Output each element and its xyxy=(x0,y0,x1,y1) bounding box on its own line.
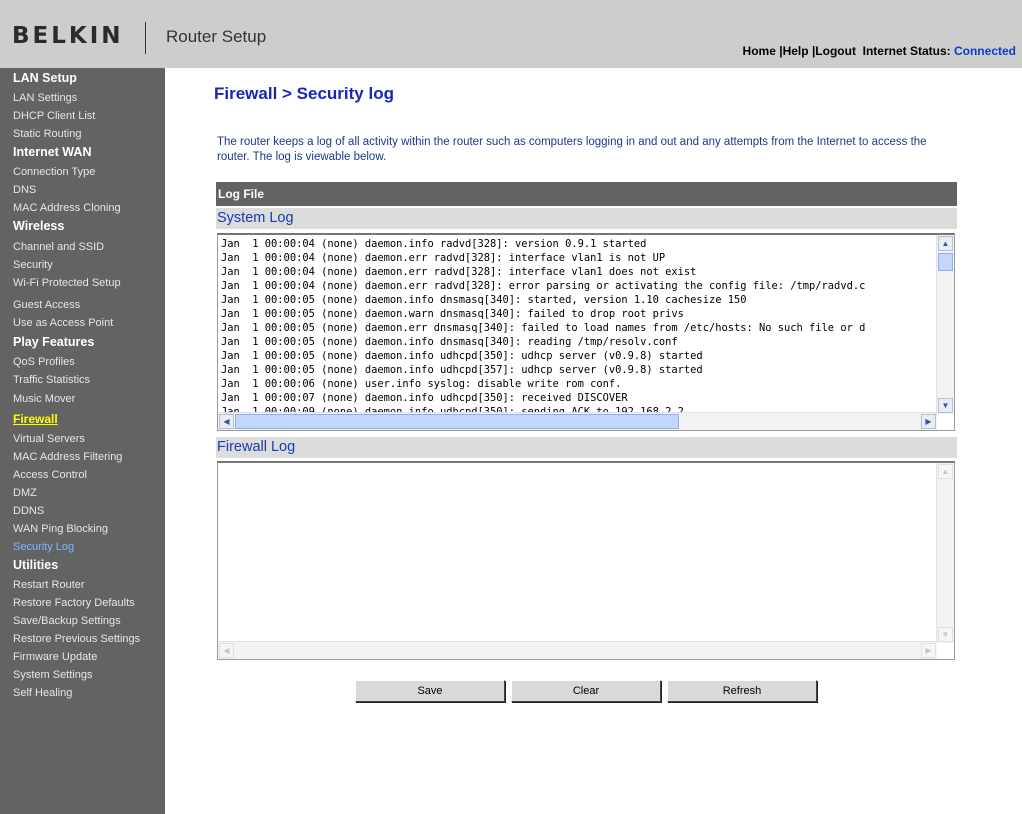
system-log-title: System Log xyxy=(216,208,957,229)
system-log-textarea[interactable]: Jan 1 00:00:04 (none) daemon.info radvd[… xyxy=(217,233,955,431)
sidebar-item-ddns[interactable]: DDNS xyxy=(13,505,44,517)
firewall-log-vertical-scrollbar[interactable]: ▲ ▼ xyxy=(936,463,954,643)
sidebar-item-guest-access[interactable]: Guest Access xyxy=(13,299,80,311)
sidebar-item-dhcp-client-list[interactable]: DHCP Client List xyxy=(13,110,95,122)
horizontal-scroll-thumb[interactable] xyxy=(235,414,679,429)
logout-link[interactable]: Logout xyxy=(815,44,856,58)
clear-button[interactable]: Clear xyxy=(511,680,661,702)
home-link[interactable]: Home xyxy=(743,44,776,58)
sidebar-item-qos-profiles[interactable]: QoS Profiles xyxy=(13,356,75,368)
scroll-right-arrow-icon[interactable]: ▶ xyxy=(921,643,936,658)
sidebar-item-access-control[interactable]: Access Control xyxy=(13,469,87,481)
firewall-log-content xyxy=(218,463,954,465)
belkin-logo: BELKIN xyxy=(12,23,124,49)
sidebar-item-restore-previous-settings[interactable]: Restore Previous Settings xyxy=(13,633,140,645)
sidebar-section-utilities[interactable]: Utilities xyxy=(13,558,58,572)
sidebar-item-dns[interactable]: DNS xyxy=(13,184,36,196)
sidebar-item-connection-type[interactable]: Connection Type xyxy=(13,166,95,178)
firewall-log-horizontal-scrollbar[interactable]: ◀ ▶ xyxy=(218,641,937,659)
sidebar-item-wan-ping-blocking[interactable]: WAN Ping Blocking xyxy=(13,523,108,535)
logo-divider xyxy=(145,22,146,54)
page-description: The router keeps a log of all activity w… xyxy=(217,136,927,163)
sidebar-section-lan-setup[interactable]: LAN Setup xyxy=(13,71,77,85)
scroll-up-arrow-icon[interactable]: ▲ xyxy=(938,236,953,251)
scroll-left-arrow-icon[interactable]: ◀ xyxy=(219,414,234,429)
sidebar-item-lan-settings[interactable]: LAN Settings xyxy=(13,92,77,104)
save-button[interactable]: Save xyxy=(355,680,505,702)
sidebar-item-save-backup-settings[interactable]: Save/Backup Settings xyxy=(13,615,121,627)
sidebar-item-mac-address-filtering[interactable]: MAC Address Filtering xyxy=(13,451,122,463)
system-log-vertical-scrollbar[interactable]: ▲ ▼ xyxy=(936,235,954,414)
refresh-button[interactable]: Refresh xyxy=(667,680,817,702)
scroll-down-arrow-icon[interactable]: ▼ xyxy=(938,398,953,413)
system-log-content: Jan 1 00:00:04 (none) daemon.info radvd[… xyxy=(221,238,866,418)
sidebar-item-system-settings[interactable]: System Settings xyxy=(13,669,92,681)
sidebar-section-wireless[interactable]: Wireless xyxy=(13,219,64,233)
sidebar-item-security[interactable]: Security xyxy=(13,259,53,271)
sidebar-item-wifi-protected-setup[interactable]: Wi-Fi Protected Setup xyxy=(13,277,121,289)
header-bar: BELKIN Router Setup Home |Help |Logout I… xyxy=(0,0,1022,68)
page-title: Firewall > Security log xyxy=(214,84,394,103)
sidebar-item-restore-factory-defaults[interactable]: Restore Factory Defaults xyxy=(13,597,135,609)
sidebar-item-virtual-servers[interactable]: Virtual Servers xyxy=(13,433,85,445)
sidebar-item-security-log[interactable]: Security Log xyxy=(13,541,74,553)
sidebar-item-self-healing[interactable]: Self Healing xyxy=(13,687,72,699)
sidebar-section-internet-wan[interactable]: Internet WAN xyxy=(13,145,91,159)
sidebar-item-channel-and-ssid[interactable]: Channel and SSID xyxy=(13,241,104,253)
internet-status-value[interactable]: Connected xyxy=(954,44,1016,58)
sidebar-nav: LAN Setup LAN Settings DHCP Client List … xyxy=(0,68,165,814)
internet-status-label: Internet Status: xyxy=(862,44,951,58)
system-log-horizontal-scrollbar[interactable]: ◀ ▶ xyxy=(218,412,937,430)
vertical-scroll-thumb[interactable] xyxy=(938,253,953,271)
sidebar-item-mac-address-cloning[interactable]: MAC Address Cloning xyxy=(13,202,121,214)
scroll-right-arrow-icon[interactable]: ▶ xyxy=(921,414,936,429)
sidebar-item-music-mover[interactable]: Music Mover xyxy=(13,393,75,405)
log-file-header: Log File xyxy=(216,182,957,206)
sidebar-item-traffic-statistics[interactable]: Traffic Statistics xyxy=(13,374,90,386)
scroll-down-arrow-icon[interactable]: ▼ xyxy=(938,627,953,642)
sidebar-section-firewall[interactable]: Firewall xyxy=(13,412,58,426)
sidebar-item-dmz[interactable]: DMZ xyxy=(13,487,37,499)
scroll-left-arrow-icon[interactable]: ◀ xyxy=(219,643,234,658)
sidebar-section-play-features[interactable]: Play Features xyxy=(13,335,94,349)
sidebar-item-firmware-update[interactable]: Firmware Update xyxy=(13,651,97,663)
sidebar-item-restart-router[interactable]: Restart Router xyxy=(13,579,85,591)
top-nav: Home |Help |Logout Internet Status: Conn… xyxy=(743,44,1016,58)
scroll-up-arrow-icon[interactable]: ▲ xyxy=(938,464,953,479)
product-title: Router Setup xyxy=(166,27,267,46)
firewall-log-title: Firewall Log xyxy=(216,437,957,458)
help-link[interactable]: Help xyxy=(783,44,809,58)
sidebar-item-static-routing[interactable]: Static Routing xyxy=(13,128,81,140)
firewall-log-textarea[interactable]: ▲ ▼ ◀ ▶ xyxy=(217,461,955,660)
sidebar-item-use-as-access-point[interactable]: Use as Access Point xyxy=(13,317,113,329)
